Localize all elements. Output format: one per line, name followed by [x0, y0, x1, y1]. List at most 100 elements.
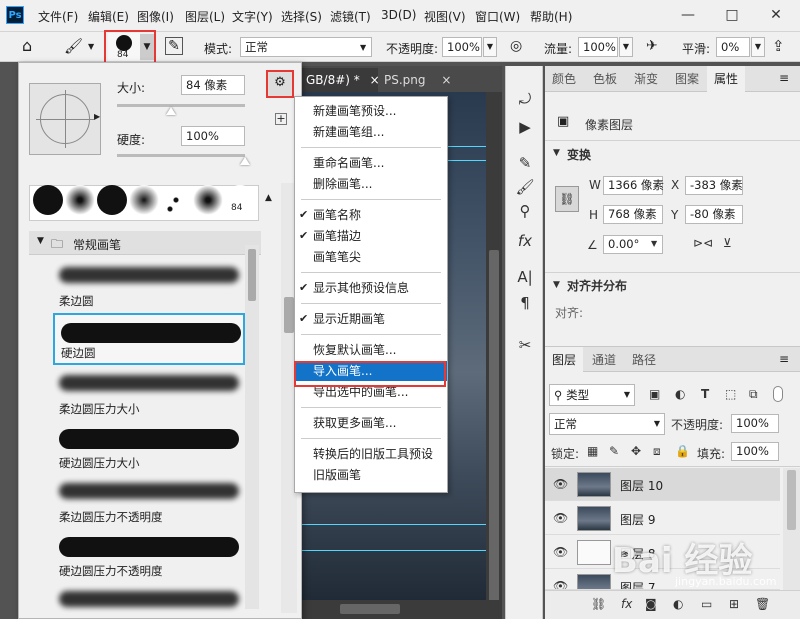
lock-position-icon[interactable]: ✥	[631, 444, 641, 458]
recent-brush-tip[interactable]	[193, 185, 223, 215]
maximize-button[interactable]: □	[710, 0, 754, 30]
tab-properties[interactable]: 属性	[707, 66, 745, 92]
brush-preset-item[interactable]: 柔边圆	[53, 259, 245, 311]
brush-group-header[interactable]: ▼ 🗀 常规画笔	[29, 231, 261, 255]
scroll-thumb[interactable]	[787, 470, 796, 530]
context-menu-item[interactable]: 获取更多画笔...	[295, 413, 447, 433]
brush-list-scrollbar[interactable]	[245, 245, 259, 609]
airbrush-icon[interactable]: ✈	[646, 38, 658, 54]
width-input[interactable]: 1366 像素	[603, 176, 664, 195]
context-menu-item[interactable]: 删除画笔...	[295, 174, 447, 194]
tab-close-icon[interactable]: ×	[441, 73, 451, 87]
size-slider-thumb[interactable]	[165, 107, 176, 115]
menu-type[interactable]: 文字(Y)	[232, 8, 273, 25]
filter-shape-icon[interactable]: ⬚	[725, 387, 736, 401]
filter-pixel-icon[interactable]: ▣	[649, 387, 660, 401]
flip-vertical-icon[interactable]: ⊻	[723, 236, 732, 250]
canvas-vertical-scrollbar[interactable]	[486, 92, 502, 619]
menu-3d[interactable]: 3D(D)	[381, 8, 416, 22]
tab-swatches[interactable]: 色板	[585, 66, 625, 92]
brush-angle-roundness-widget[interactable]: ▶	[29, 83, 101, 155]
size-input[interactable]: 84 像素	[181, 75, 245, 95]
brush-preset-item[interactable]: 硬边圆压力不透明度	[53, 529, 245, 581]
panel-menu-icon[interactable]: ≡	[779, 71, 789, 85]
styles-fx-icon[interactable]: fx	[512, 230, 538, 252]
share-icon[interactable]: ⇪	[772, 37, 785, 55]
recent-brush-tip[interactable]	[33, 185, 63, 215]
brush-preset-item[interactable]: 柔边圆压力大小	[53, 367, 245, 419]
smooth-input[interactable]: 0%	[716, 37, 750, 57]
home-icon[interactable]: ⌂	[22, 36, 32, 55]
scroll-up-icon[interactable]: ▲	[265, 193, 272, 203]
menu-view[interactable]: 视图(V)	[424, 8, 466, 25]
tab-layers[interactable]: 图层	[545, 347, 583, 373]
recent-brush-tip[interactable]	[161, 185, 191, 215]
layers-scrollbar[interactable]	[783, 468, 800, 590]
character-icon[interactable]: A|	[512, 266, 538, 288]
canvas-horizontal-scrollbar[interactable]	[302, 600, 502, 619]
lock-pixels-icon[interactable]: ✎	[609, 444, 619, 458]
tab-channels[interactable]: 通道	[585, 347, 623, 373]
context-menu-item[interactable]: ✔ 画笔名称	[295, 205, 447, 225]
menu-image[interactable]: 图像(I)	[137, 8, 174, 25]
layer-row[interactable]: 👁 图层 10	[545, 468, 780, 501]
filter-adjustment-icon[interactable]: ◐	[675, 387, 685, 401]
scroll-thumb[interactable]	[489, 250, 499, 619]
opacity-input[interactable]: 100%	[442, 37, 482, 57]
mode-select[interactable]: 正常	[240, 37, 372, 57]
menu-layer[interactable]: 图层(L)	[185, 8, 225, 25]
recent-brush-tip[interactable]	[65, 185, 95, 215]
menu-file[interactable]: 文件(F)	[38, 8, 78, 25]
blend-mode-select[interactable]: 正常 ▼	[549, 413, 665, 435]
layer-row[interactable]: 👁 图层 9	[545, 502, 780, 535]
menu-edit[interactable]: 编辑(E)	[88, 8, 129, 25]
lock-transparent-icon[interactable]: ▦	[587, 444, 598, 458]
y-input[interactable]: -80 像素	[685, 205, 743, 224]
group-chevron-icon[interactable]: ▼	[37, 236, 44, 246]
menu-filter[interactable]: 滤镜(T)	[330, 8, 371, 25]
context-menu-item[interactable]: ✔ 显示近期画笔	[295, 309, 447, 329]
angle-arrow-icon[interactable]: ▶	[94, 112, 100, 121]
context-menu-item[interactable]: ✔ 显示其他预设信息	[295, 278, 447, 298]
add-mask-icon[interactable]: ◙	[645, 597, 657, 611]
context-menu-item[interactable]: ✔ 画笔描边	[295, 226, 447, 246]
link-layers-icon[interactable]: ⛓	[591, 597, 606, 611]
filter-smart-object-icon[interactable]: ⧉	[749, 387, 758, 402]
layer-opacity-input[interactable]: 100%	[731, 414, 779, 433]
context-menu-item[interactable]: 新建画笔组...	[295, 122, 447, 142]
hardness-slider-thumb[interactable]	[240, 157, 250, 165]
clone-source-icon[interactable]: ⚲	[512, 200, 538, 222]
new-layer-icon[interactable]: ⊞	[729, 597, 739, 611]
close-button[interactable]: ✕	[754, 0, 798, 30]
scroll-thumb[interactable]	[340, 604, 400, 614]
collapse-chevron-icon[interactable]: ▼	[553, 280, 560, 290]
lock-all-icon[interactable]: 🔒	[675, 444, 690, 458]
x-input[interactable]: -383 像素	[685, 176, 743, 195]
fill-input[interactable]: 100%	[731, 442, 779, 461]
smooth-dropdown-icon[interactable]: ▼	[751, 37, 765, 57]
visibility-eye-icon[interactable]: 👁	[553, 545, 568, 559]
delete-layer-icon[interactable]: 🗑	[755, 597, 770, 611]
brush-presets-icon[interactable]: 🖌	[512, 176, 538, 198]
menu-select[interactable]: 选择(S)	[281, 8, 322, 25]
brush-preset-item[interactable]	[53, 583, 245, 619]
new-adjustment-icon[interactable]: ◐	[673, 597, 683, 611]
brush-settings-panel-icon[interactable]: ✎	[165, 37, 183, 55]
brush-preset-item[interactable]: 柔边圆压力不透明度	[53, 475, 245, 527]
tab-close-icon[interactable]: ×	[370, 73, 380, 87]
layer-filter-select[interactable]: ⚲ 类型 ▼	[549, 384, 635, 406]
opacity-dropdown-icon[interactable]: ▼	[483, 37, 497, 57]
history-icon[interactable]: ⤾	[512, 88, 538, 110]
pressure-opacity-icon[interactable]: ◎	[510, 38, 522, 54]
context-menu-item[interactable]: 画笔笔尖	[295, 247, 447, 267]
paragraph-icon[interactable]: ¶	[512, 292, 538, 314]
tab-document-2[interactable]: PS.png ×	[380, 68, 470, 92]
context-menu-item[interactable]: 旧版画笔	[295, 465, 447, 485]
actions-play-icon[interactable]: ▶	[512, 116, 538, 138]
visibility-eye-icon[interactable]: 👁	[553, 579, 568, 589]
tools-icon[interactable]: ✂	[512, 334, 538, 356]
new-group-icon[interactable]: ▭	[701, 597, 712, 611]
brush-tool-icon[interactable]: 🖌	[64, 37, 83, 55]
hardness-input[interactable]: 100%	[181, 126, 245, 146]
angle-chevron-icon[interactable]: ▼	[651, 239, 657, 248]
